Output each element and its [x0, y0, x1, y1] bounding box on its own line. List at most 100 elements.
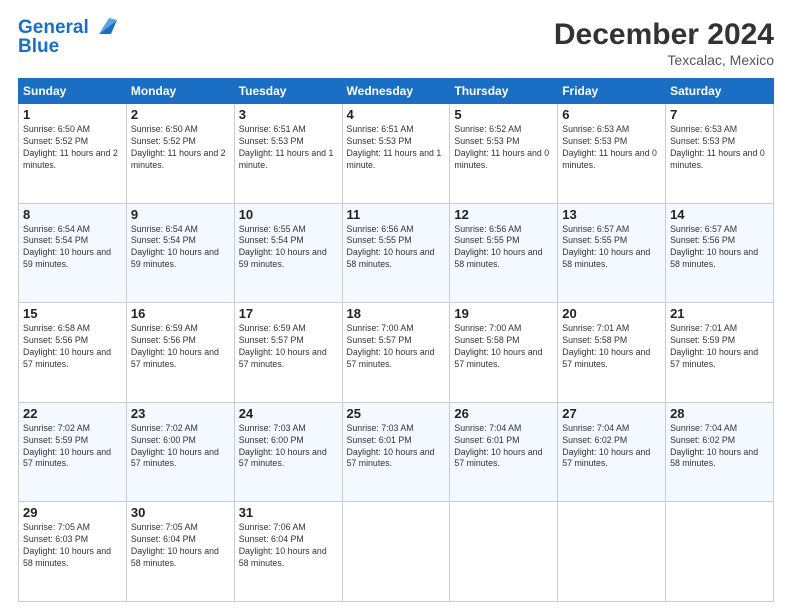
day-info: Sunrise: 6:58 AMSunset: 5:56 PMDaylight:…	[23, 323, 122, 371]
day-number: 16	[131, 306, 230, 321]
calendar-cell: 1 Sunrise: 6:50 AMSunset: 5:52 PMDaylight…	[19, 104, 127, 204]
calendar: SundayMondayTuesdayWednesdayThursdayFrid…	[18, 78, 774, 602]
calendar-cell: 23 Sunrise: 7:02 AMSunset: 6:00 PMDayligh…	[126, 402, 234, 502]
calendar-cell: 29 Sunrise: 7:05 AMSunset: 6:03 PMDayligh…	[19, 502, 127, 602]
day-info: Sunrise: 6:52 AMSunset: 5:53 PMDaylight:…	[454, 124, 553, 172]
day-number: 22	[23, 406, 122, 421]
day-number: 17	[239, 306, 338, 321]
day-info: Sunrise: 7:04 AMSunset: 6:02 PMDaylight:…	[562, 423, 661, 471]
logo: General Blue	[18, 18, 117, 58]
month-title: December 2024	[554, 18, 774, 52]
day-number: 2	[131, 107, 230, 122]
calendar-cell: 16 Sunrise: 6:59 AMSunset: 5:56 PMDayligh…	[126, 303, 234, 403]
day-number: 27	[562, 406, 661, 421]
calendar-cell: 6Sunrise: 6:53 AMSunset: 5:53 PMDaylight…	[558, 104, 666, 204]
day-number: 12	[454, 207, 553, 222]
logo-icon	[91, 16, 117, 38]
calendar-cell: 20Sunrise: 7:01 AMSunset: 5:58 PMDayligh…	[558, 303, 666, 403]
day-number: 28	[670, 406, 769, 421]
day-info: Sunrise: 6:55 AMSunset: 5:54 PMDaylight:…	[239, 224, 338, 272]
calendar-cell: 12 Sunrise: 6:56 AMSunset: 5:55 PMDayligh…	[450, 203, 558, 303]
day-number: 26	[454, 406, 553, 421]
day-info: Sunrise: 6:51 AMSunset: 5:53 PMDaylight:…	[239, 124, 338, 172]
day-number: 23	[131, 406, 230, 421]
day-info: Sunrise: 6:50 AMSunset: 5:52 PMDaylight:…	[131, 124, 230, 172]
day-info: Sunrise: 7:04 AMSunset: 6:01 PMDaylight:…	[454, 423, 553, 471]
calendar-cell: 17 Sunrise: 6:59 AMSunset: 5:57 PMDayligh…	[234, 303, 342, 403]
day-number: 29	[23, 505, 122, 520]
calendar-cell	[342, 502, 450, 602]
day-number: 24	[239, 406, 338, 421]
calendar-cell: 24 Sunrise: 7:03 AMSunset: 6:00 PMDayligh…	[234, 402, 342, 502]
calendar-cell	[450, 502, 558, 602]
day-number: 10	[239, 207, 338, 222]
calendar-cell: 15 Sunrise: 6:58 AMSunset: 5:56 PMDayligh…	[19, 303, 127, 403]
day-number: 3	[239, 107, 338, 122]
calendar-cell: 7 Sunrise: 6:53 AMSunset: 5:53 PMDaylight…	[666, 104, 774, 204]
day-info: Sunrise: 6:53 AMSunset: 5:53 PMDaylight:…	[562, 124, 661, 172]
header-row: SundayMondayTuesdayWednesdayThursdayFrid…	[19, 79, 774, 104]
day-number: 30	[131, 505, 230, 520]
page: General Blue December 2024 Texcalac, Mex…	[0, 0, 792, 612]
day-info: Sunrise: 7:03 AMSunset: 6:00 PMDaylight:…	[239, 423, 338, 471]
calendar-cell: 22Sunrise: 7:02 AMSunset: 5:59 PMDayligh…	[19, 402, 127, 502]
calendar-cell: 4Sunrise: 6:51 AMSunset: 5:53 PMDaylight…	[342, 104, 450, 204]
day-info: Sunrise: 7:02 AMSunset: 6:00 PMDaylight:…	[131, 423, 230, 471]
day-info: Sunrise: 7:05 AMSunset: 6:04 PMDaylight:…	[131, 522, 230, 570]
day-info: Sunrise: 6:57 AMSunset: 5:56 PMDaylight:…	[670, 224, 769, 272]
title-section: December 2024 Texcalac, Mexico	[554, 18, 774, 68]
weekday-header: Wednesday	[342, 79, 450, 104]
day-info: Sunrise: 6:53 AMSunset: 5:53 PMDaylight:…	[670, 124, 769, 172]
weekday-header: Saturday	[666, 79, 774, 104]
day-info: Sunrise: 6:56 AMSunset: 5:55 PMDaylight:…	[454, 224, 553, 272]
calendar-week: 15 Sunrise: 6:58 AMSunset: 5:56 PMDayligh…	[19, 303, 774, 403]
day-number: 31	[239, 505, 338, 520]
day-number: 9	[131, 207, 230, 222]
calendar-cell: 13Sunrise: 6:57 AMSunset: 5:55 PMDayligh…	[558, 203, 666, 303]
day-info: Sunrise: 6:50 AMSunset: 5:52 PMDaylight:…	[23, 124, 122, 172]
day-info: Sunrise: 7:00 AMSunset: 5:57 PMDaylight:…	[347, 323, 446, 371]
day-info: Sunrise: 6:59 AMSunset: 5:56 PMDaylight:…	[131, 323, 230, 371]
day-info: Sunrise: 7:03 AMSunset: 6:01 PMDaylight:…	[347, 423, 446, 471]
calendar-cell: 30 Sunrise: 7:05 AMSunset: 6:04 PMDayligh…	[126, 502, 234, 602]
day-info: Sunrise: 7:06 AMSunset: 6:04 PMDaylight:…	[239, 522, 338, 570]
calendar-cell: 11Sunrise: 6:56 AMSunset: 5:55 PMDayligh…	[342, 203, 450, 303]
calendar-cell: 3 Sunrise: 6:51 AMSunset: 5:53 PMDaylight…	[234, 104, 342, 204]
weekday-header: Friday	[558, 79, 666, 104]
header: General Blue December 2024 Texcalac, Mex…	[18, 18, 774, 68]
calendar-cell: 8Sunrise: 6:54 AMSunset: 5:54 PMDaylight…	[19, 203, 127, 303]
calendar-cell: 25 Sunrise: 7:03 AMSunset: 6:01 PMDayligh…	[342, 402, 450, 502]
calendar-cell: 27 Sunrise: 7:04 AMSunset: 6:02 PMDayligh…	[558, 402, 666, 502]
calendar-week: 1 Sunrise: 6:50 AMSunset: 5:52 PMDaylight…	[19, 104, 774, 204]
day-info: Sunrise: 6:56 AMSunset: 5:55 PMDaylight:…	[347, 224, 446, 272]
calendar-cell	[558, 502, 666, 602]
day-number: 1	[23, 107, 122, 122]
day-number: 7	[670, 107, 769, 122]
weekday-header: Monday	[126, 79, 234, 104]
day-number: 14	[670, 207, 769, 222]
calendar-cell: 5 Sunrise: 6:52 AMSunset: 5:53 PMDaylight…	[450, 104, 558, 204]
day-info: Sunrise: 7:05 AMSunset: 6:03 PMDaylight:…	[23, 522, 122, 570]
day-info: Sunrise: 6:54 AMSunset: 5:54 PMDaylight:…	[23, 224, 122, 272]
day-info: Sunrise: 7:00 AMSunset: 5:58 PMDaylight:…	[454, 323, 553, 371]
day-info: Sunrise: 6:59 AMSunset: 5:57 PMDaylight:…	[239, 323, 338, 371]
calendar-cell: 19 Sunrise: 7:00 AMSunset: 5:58 PMDayligh…	[450, 303, 558, 403]
calendar-cell	[666, 502, 774, 602]
day-info: Sunrise: 7:04 AMSunset: 6:02 PMDaylight:…	[670, 423, 769, 471]
day-number: 5	[454, 107, 553, 122]
logo-blue: Blue	[18, 37, 117, 58]
calendar-cell: 26 Sunrise: 7:04 AMSunset: 6:01 PMDayligh…	[450, 402, 558, 502]
weekday-header: Sunday	[19, 79, 127, 104]
calendar-cell: 28 Sunrise: 7:04 AMSunset: 6:02 PMDayligh…	[666, 402, 774, 502]
calendar-cell: 31 Sunrise: 7:06 AMSunset: 6:04 PMDayligh…	[234, 502, 342, 602]
day-number: 25	[347, 406, 446, 421]
weekday-header: Thursday	[450, 79, 558, 104]
day-number: 18	[347, 306, 446, 321]
day-number: 15	[23, 306, 122, 321]
calendar-cell: 10 Sunrise: 6:55 AMSunset: 5:54 PMDayligh…	[234, 203, 342, 303]
day-info: Sunrise: 6:57 AMSunset: 5:55 PMDaylight:…	[562, 224, 661, 272]
calendar-week: 8Sunrise: 6:54 AMSunset: 5:54 PMDaylight…	[19, 203, 774, 303]
day-number: 19	[454, 306, 553, 321]
calendar-week: 22Sunrise: 7:02 AMSunset: 5:59 PMDayligh…	[19, 402, 774, 502]
day-info: Sunrise: 7:01 AMSunset: 5:59 PMDaylight:…	[670, 323, 769, 371]
